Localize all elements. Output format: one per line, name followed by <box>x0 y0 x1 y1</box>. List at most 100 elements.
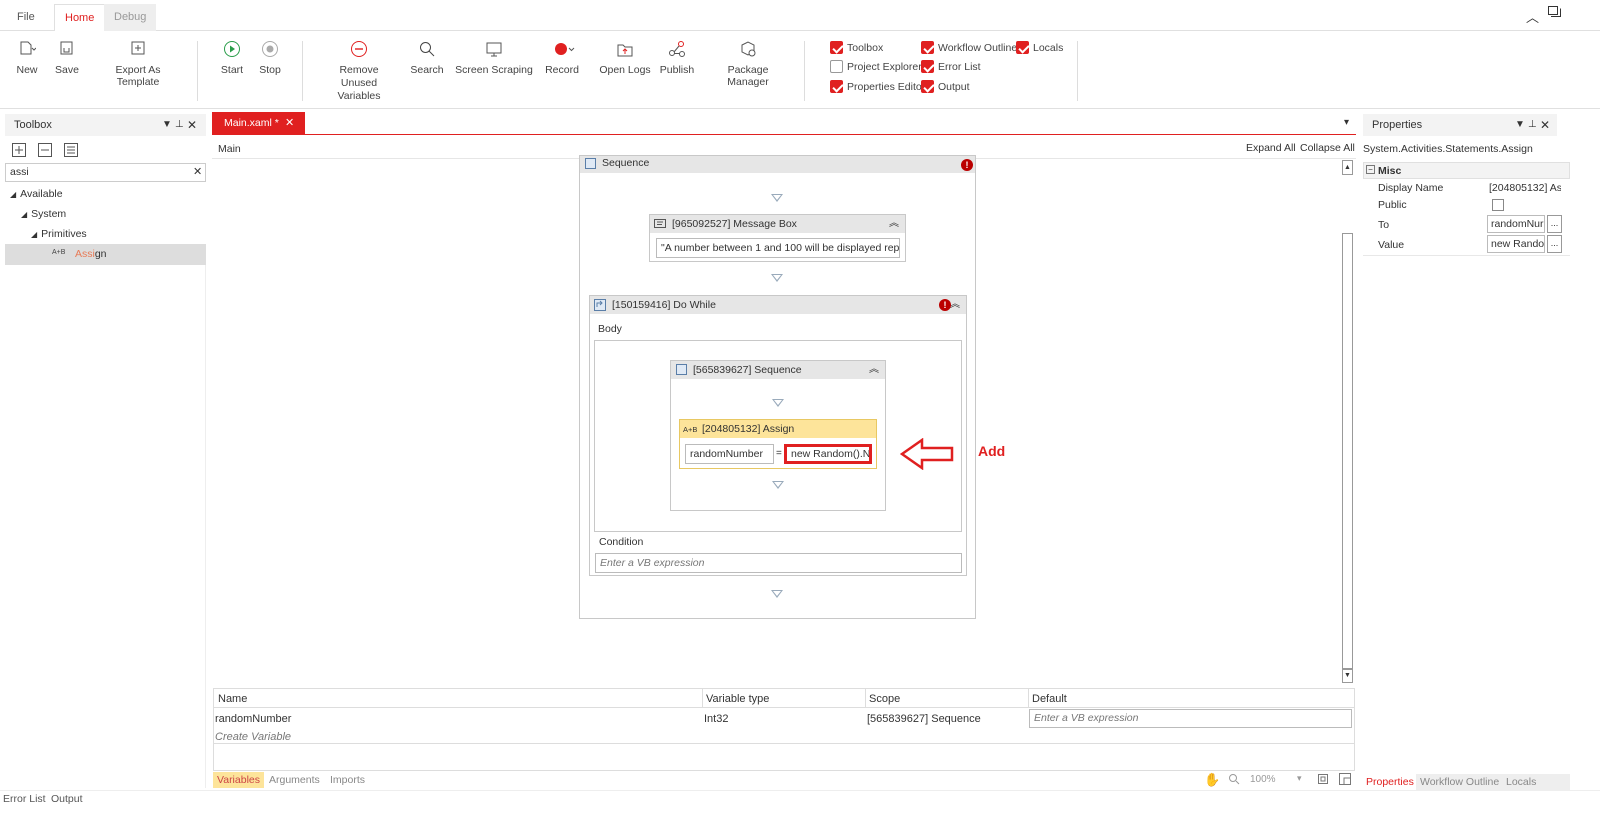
collapse-all-link[interactable]: Collapse All <box>1300 142 1355 154</box>
remove-unused-variables-button[interactable]: Remove Unused Variables <box>320 40 398 103</box>
output-checkbox[interactable]: Output <box>921 80 970 94</box>
notifications-icon[interactable] <box>1548 6 1561 18</box>
tab-imports[interactable]: Imports <box>326 772 369 788</box>
tab-arguments[interactable]: Arguments <box>265 772 324 788</box>
list-view-icon[interactable] <box>64 143 78 157</box>
tab-properties[interactable]: Properties <box>1362 774 1418 790</box>
search-button[interactable]: Search <box>408 40 446 76</box>
stop-button[interactable]: Stop <box>255 40 285 76</box>
vertical-scrollbar[interactable]: ▲ ▼ <box>1341 160 1354 683</box>
drop-arrow-icon[interactable] <box>771 194 783 202</box>
tab-locals[interactable]: Locals <box>1502 774 1570 790</box>
to-value-input[interactable]: randomNur <box>1487 215 1545 233</box>
tab-file[interactable]: File <box>7 4 45 31</box>
toolbox-search-input[interactable]: assi ✕ <box>5 163 206 182</box>
close-icon[interactable]: ✕ <box>187 114 197 136</box>
pan-hand-icon[interactable]: ✋ <box>1204 772 1220 788</box>
close-tab-icon[interactable]: ✕ <box>285 112 294 134</box>
assign-to-input[interactable]: randomNumber <box>685 444 774 464</box>
new-button-label: New <box>16 64 38 76</box>
zoom-level[interactable]: 100% <box>1250 774 1276 785</box>
scrollbar-thumb[interactable] <box>1342 233 1353 670</box>
variable-type-cell[interactable]: Int32 <box>704 713 728 725</box>
error-list-checkbox[interactable]: Error List <box>921 60 981 74</box>
tab-workflow-outline[interactable]: Workflow Outline <box>1416 774 1504 790</box>
zoom-icon[interactable] <box>1228 773 1240 785</box>
col-header-scope[interactable]: Scope <box>869 693 900 705</box>
tree-item-system[interactable]: ◢ System <box>21 205 66 223</box>
error-list-tab[interactable]: Error List <box>3 793 46 805</box>
variable-scope-cell[interactable]: [565839627] Sequence <box>867 713 981 725</box>
clear-search-icon[interactable]: ✕ <box>193 165 202 178</box>
properties-editor-checkbox[interactable]: Properties Editor <box>830 80 925 94</box>
collapse-ribbon-icon[interactable]: ︿ <box>1526 7 1539 26</box>
package-manager-button[interactable]: Package Manager <box>707 40 789 88</box>
do-while-activity[interactable]: [150159416] Do While ︽ ! Body [565839627… <box>589 295 967 576</box>
toolbox-checkbox[interactable]: Toolbox <box>830 41 883 55</box>
condition-input[interactable]: Enter a VB expression <box>595 553 962 573</box>
tab-dropdown-icon[interactable]: ▾ <box>1344 117 1349 128</box>
expand-all-link[interactable]: Expand All <box>1246 142 1296 154</box>
to-ellipsis-button[interactable]: ... <box>1547 215 1562 233</box>
tab-home[interactable]: Home <box>54 4 106 32</box>
misc-category[interactable]: − Misc <box>1363 162 1570 179</box>
assign-header: A+B [204805132] Assign <box>680 420 876 438</box>
col-header-name[interactable]: Name <box>218 693 247 705</box>
assign-value-input[interactable]: new Random().Ne: <box>784 444 872 464</box>
open-logs-label: Open Logs <box>599 64 651 76</box>
drop-arrow-icon[interactable] <box>771 274 783 282</box>
pin-icon[interactable]: ⊥ <box>1528 114 1537 136</box>
export-template-icon <box>129 40 147 58</box>
project-explorer-checkbox[interactable]: Project Explorer <box>830 60 922 74</box>
collapse-icon[interactable]: ︽ <box>889 215 899 233</box>
collapse-category-icon[interactable]: − <box>1366 165 1375 174</box>
message-box-header: [965092527] Message Box ︽ <box>650 215 905 233</box>
fit-screen-icon[interactable] <box>1317 773 1329 785</box>
tab-debug[interactable]: Debug <box>104 4 157 31</box>
breadcrumb[interactable]: Main <box>218 143 241 155</box>
tab-main-xaml[interactable]: Main.xaml * ✕ <box>212 112 305 134</box>
tree-item-available[interactable]: ◢ Available <box>10 185 63 203</box>
tab-variables[interactable]: Variables <box>213 772 264 788</box>
new-button[interactable]: New <box>12 40 42 76</box>
screen-scraping-button[interactable]: Screen Scraping <box>455 40 533 76</box>
inner-sequence-activity[interactable]: [565839627] Sequence ︽ A+B [204805132] A… <box>670 360 886 511</box>
export-template-button[interactable]: Export As Template <box>94 40 182 88</box>
pin-icon[interactable]: ⊥ <box>175 114 184 136</box>
start-button[interactable]: Start <box>217 40 247 76</box>
collapse-all-icon[interactable] <box>38 143 52 157</box>
dropdown-icon[interactable]: ▼ <box>162 114 172 136</box>
col-header-default[interactable]: Default <box>1032 693 1067 705</box>
drop-arrow-icon[interactable] <box>772 399 784 407</box>
workflow-outline-checkbox[interactable]: Workflow Outline <box>921 41 1017 55</box>
tree-item-primitives[interactable]: ◢ Primitives <box>31 225 87 243</box>
col-header-type[interactable]: Variable type <box>706 693 769 705</box>
drop-arrow-icon[interactable] <box>772 481 784 489</box>
variable-name-cell[interactable]: randomNumber <box>215 713 291 725</box>
output-tab[interactable]: Output <box>51 793 83 805</box>
value-value-input[interactable]: new Rando <box>1487 235 1545 253</box>
variable-default-input[interactable]: Enter a VB expression <box>1029 709 1352 728</box>
message-box-activity[interactable]: [965092527] Message Box ︽ "A number betw… <box>649 214 906 262</box>
publish-button[interactable]: Publish <box>657 40 697 76</box>
locals-checkbox[interactable]: Locals <box>1016 41 1063 55</box>
expand-all-icon[interactable] <box>12 143 26 157</box>
close-icon[interactable]: ✕ <box>1540 114 1550 136</box>
collapse-icon[interactable]: ︽ <box>950 296 960 314</box>
collapse-icon[interactable]: ︽ <box>869 361 879 379</box>
save-button[interactable]: Save <box>52 40 82 76</box>
table-row[interactable]: randomNumber Int32 [565839627] Sequence … <box>214 709 1354 729</box>
value-ellipsis-button[interactable]: ... <box>1547 235 1562 253</box>
zoom-dropdown-icon[interactable]: ▾ <box>1297 773 1302 784</box>
assign-activity[interactable]: A+B [204805132] Assign randomNumber = ne… <box>679 419 877 469</box>
sequence-activity[interactable]: Sequence ! [965092527] Message Box ︽ "A … <box>579 155 976 619</box>
dropdown-icon[interactable]: ▼ <box>1515 114 1525 136</box>
tree-item-assign[interactable]: A+B Assign <box>5 244 206 265</box>
open-logs-button[interactable]: Open Logs <box>598 40 652 76</box>
public-checkbox[interactable] <box>1492 199 1504 211</box>
create-variable-link[interactable]: Create Variable <box>215 731 291 743</box>
drop-arrow-icon[interactable] <box>771 590 783 598</box>
overview-icon[interactable] <box>1339 773 1351 785</box>
message-box-text-input[interactable]: "A number between 1 and 100 will be disp… <box>656 238 900 258</box>
record-button[interactable]: Record <box>543 40 581 76</box>
